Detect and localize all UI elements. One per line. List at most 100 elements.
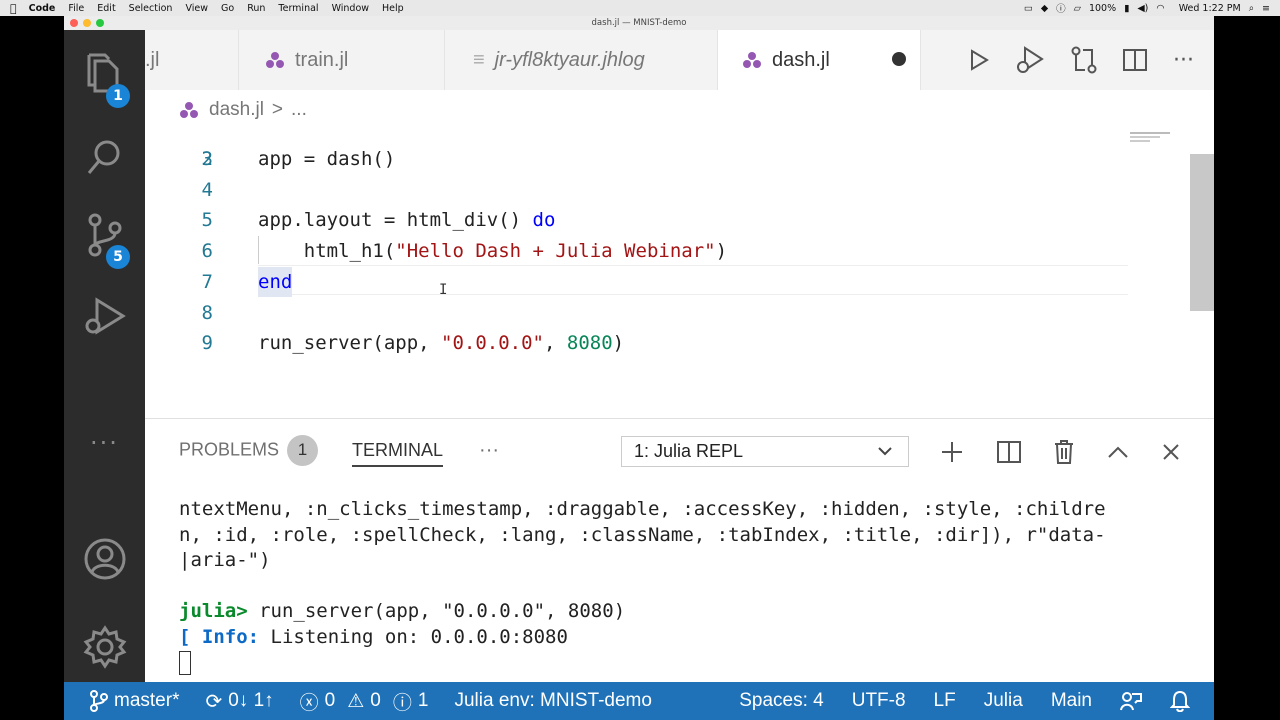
- julia-prompt: julia>: [179, 600, 248, 623]
- menu-go[interactable]: Go: [221, 3, 234, 14]
- activity-search[interactable]: [64, 122, 145, 192]
- terminal-cursor-line: [179, 651, 1106, 677]
- airplay-icon[interactable]: ▱: [1074, 3, 1081, 14]
- close-window-button[interactable]: [70, 19, 78, 27]
- menu-code[interactable]: Code: [29, 3, 56, 14]
- menu-file[interactable]: File: [68, 3, 84, 14]
- info-prefix: [ Info:: [179, 625, 260, 648]
- control-center-icon[interactable]: ≡: [1262, 3, 1270, 14]
- panel-more-icon[interactable]: ···: [479, 439, 499, 462]
- apple-icon[interactable]: : [10, 2, 17, 15]
- status-problems[interactable]: ⓧ 0 ⚠ 0 ⓘ 1: [300, 688, 429, 715]
- tab-train-jl[interactable]: train.jl: [239, 30, 445, 90]
- line-number: 3: [201, 148, 213, 170]
- breadcrumb-file[interactable]: dash.jl: [209, 99, 264, 121]
- status-language[interactable]: Julia: [984, 690, 1023, 712]
- tab-partial-jl[interactable]: .jl: [145, 30, 239, 90]
- code-text: end: [258, 266, 293, 297]
- plus-icon[interactable]: [940, 440, 964, 464]
- explorer-badge: 1: [106, 84, 130, 108]
- tab-jhlog[interactable]: ≡ jr-yfl8ktyaur.jhlog: [445, 30, 718, 90]
- tab-terminal[interactable]: TERMINAL: [352, 439, 444, 467]
- editor-scrollbar[interactable]: [1190, 154, 1214, 311]
- terminal-select[interactable]: 1: Julia REPL: [621, 436, 909, 467]
- terminal-output[interactable]: ntextMenu, :n_clicks_timestamp, :draggab…: [179, 497, 1106, 676]
- status-branch[interactable]: master*: [90, 690, 179, 712]
- code-token: end: [258, 270, 293, 293]
- dropbox-icon[interactable]: ◆: [1041, 3, 1048, 14]
- menu-selection[interactable]: Selection: [129, 3, 173, 14]
- zoom-window-button[interactable]: [96, 19, 104, 27]
- code-token: "Hello Dash + Julia Webinar": [395, 240, 716, 263]
- gear-icon: [83, 625, 126, 669]
- current-line-highlight: [258, 265, 1128, 295]
- minimize-window-button[interactable]: [83, 19, 91, 27]
- status-encoding[interactable]: UTF-8: [852, 690, 906, 712]
- screen-icon[interactable]: ▭: [1024, 3, 1033, 14]
- status-eol[interactable]: LF: [934, 690, 956, 712]
- activity-explorer[interactable]: 1: [64, 40, 145, 110]
- code-line: 2: [145, 130, 1214, 170]
- info-icon[interactable]: ⓘ: [1056, 1, 1066, 15]
- vscode-window: dash.jl — MNIST-demo 1 5 ··· .jl train.j…: [64, 16, 1214, 720]
- unsaved-dot-icon[interactable]: [892, 52, 906, 66]
- battery-icon[interactable]: ▮: [1124, 3, 1129, 14]
- tab-dash-jl[interactable]: dash.jl: [718, 30, 921, 90]
- menu-run[interactable]: Run: [247, 3, 265, 14]
- activity-manage[interactable]: [64, 612, 145, 682]
- split-terminal-icon[interactable]: [997, 440, 1021, 463]
- text-cursor-icon: I: [439, 282, 448, 298]
- battery-percent: 100%: [1088, 2, 1117, 14]
- line-number: 9: [201, 332, 213, 355]
- menu-terminal[interactable]: Terminal: [278, 3, 318, 14]
- menu-view[interactable]: View: [185, 3, 208, 14]
- trash-icon[interactable]: [1054, 439, 1074, 464]
- error-count: 0: [324, 690, 336, 711]
- run-icon[interactable]: [969, 49, 989, 71]
- line-number: 6: [201, 240, 213, 263]
- breadcrumb-symbols[interactable]: ...: [291, 99, 307, 121]
- code-token: do: [532, 209, 556, 232]
- chevron-up-icon[interactable]: [1107, 445, 1129, 459]
- code-token: app.layout = html_div(): [258, 209, 533, 232]
- tab-label: train.jl: [295, 48, 349, 71]
- menu-edit[interactable]: Edit: [97, 3, 115, 14]
- terminal-command: run_server(app, "0.0.0.0", 8080): [247, 600, 626, 623]
- code-token: run_server(app,: [258, 332, 442, 355]
- debug-run-icon[interactable]: [1015, 46, 1045, 74]
- panel-tabs: PROBLEMS 1 TERMINAL ···: [179, 419, 499, 481]
- status-julia-env[interactable]: Julia env: MNIST-demo: [454, 690, 651, 712]
- breadcrumb-separator: >: [271, 99, 284, 120]
- status-right: Spaces: 4 UTF-8 LF Julia Main: [711, 690, 1214, 712]
- code-token: ,: [543, 332, 567, 355]
- macos-menubar:  Code File Edit Selection View Go Run T…: [0, 0, 1280, 16]
- status-notifications[interactable]: [1170, 690, 1190, 712]
- compare-changes-icon[interactable]: [1071, 46, 1097, 74]
- menu-window[interactable]: Window: [332, 3, 369, 14]
- breadcrumb: dash.jl > ...: [145, 90, 1214, 130]
- activity-run-debug[interactable]: [64, 282, 145, 352]
- activity-more[interactable]: ···: [64, 408, 145, 478]
- status-main[interactable]: Main: [1051, 690, 1092, 712]
- minimap[interactable]: [1130, 130, 1190, 150]
- close-icon[interactable]: [1162, 443, 1180, 461]
- menubar-clock[interactable]: Wed 1:22 PM: [1179, 3, 1241, 14]
- spotlight-icon[interactable]: ⌕: [1249, 3, 1254, 14]
- menu-help[interactable]: Help: [382, 3, 404, 14]
- code-token: app = dash(): [258, 148, 396, 170]
- tab-problems[interactable]: PROBLEMS 1: [179, 434, 319, 466]
- status-feedback[interactable]: [1120, 690, 1142, 712]
- split-editor-icon[interactable]: [1123, 49, 1148, 71]
- status-sync[interactable]: ⟳ 0↓ 1↑: [205, 689, 273, 714]
- status-spaces[interactable]: Spaces: 4: [739, 690, 824, 712]
- code-editor[interactable]: 2 3 app = dash() 4 5 app.layout = html_div()…: [145, 130, 1214, 418]
- code-token: ): [612, 332, 625, 355]
- activity-accounts[interactable]: [64, 524, 145, 594]
- volume-icon[interactable]: ◀): [1137, 3, 1148, 14]
- terminal-select-value: 1: Julia REPL: [634, 441, 744, 461]
- more-actions-icon[interactable]: ···: [1173, 48, 1194, 73]
- line-number: 5: [201, 209, 213, 232]
- activity-source-control[interactable]: 5: [64, 200, 145, 270]
- terminal-label: TERMINAL: [352, 439, 444, 460]
- wifi-icon[interactable]: ◠: [1156, 3, 1164, 14]
